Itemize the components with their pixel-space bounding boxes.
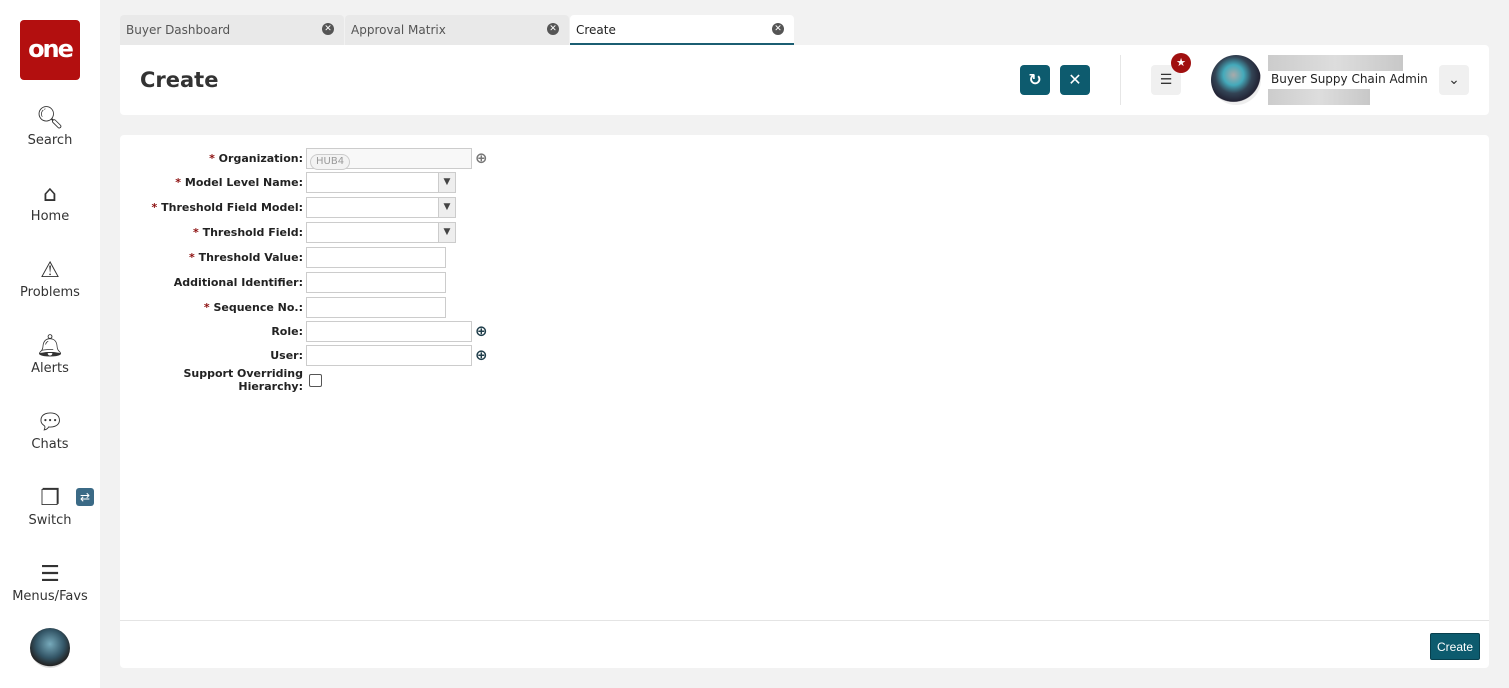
sidebar-item-label: Alerts	[31, 361, 69, 376]
sequence-no-input[interactable]	[306, 296, 446, 318]
field-label: Additional Identifier:	[173, 275, 303, 289]
organization-row: * Organization: HUB4 ⊕	[120, 147, 488, 170]
threshold-field-model-row: * Threshold Field Model: ▼	[120, 196, 456, 218]
close-icon[interactable]: ✕	[772, 23, 784, 35]
tab-create[interactable]: Create ✕	[570, 15, 794, 45]
user-row: User: ⊕	[120, 344, 488, 366]
sidebar-item-menus[interactable]: ☰ Menus/Favs	[0, 561, 100, 604]
required-mark: *	[175, 175, 182, 189]
organization-field[interactable]: HUB4	[306, 147, 472, 170]
chevron-down-icon: ⌄	[1448, 72, 1460, 88]
menu-icon: ☰	[1159, 72, 1173, 88]
avatar[interactable]	[30, 628, 70, 668]
threshold-field-row: * Threshold Field: ▼	[120, 221, 456, 243]
sidebar-item-search[interactable]: 🔍︎ Search	[0, 105, 100, 148]
refresh-button[interactable]: ↻	[1020, 65, 1050, 95]
model-level-name-select[interactable]: ▼	[306, 171, 456, 193]
sidebar-item-home[interactable]: ⌂ Home	[0, 181, 100, 224]
field-label: Threshold Field:	[202, 225, 303, 239]
sidebar-item-label: Problems	[20, 285, 80, 300]
support-overriding-row: Support Overriding Hierarchy:	[120, 367, 322, 393]
additional-identifier-row: Additional Identifier:	[120, 271, 446, 293]
user-dropdown-button[interactable]: ⌄	[1439, 65, 1469, 95]
tab-label: Create	[576, 23, 616, 37]
role-input[interactable]	[306, 320, 472, 342]
close-icon[interactable]: ✕	[547, 23, 559, 35]
field-label: Organization:	[218, 151, 303, 165]
additional-identifier-input[interactable]	[306, 271, 446, 293]
page-title: Create	[140, 68, 219, 92]
zoom-search-icon[interactable]: ⊕	[475, 322, 488, 340]
menu-icon: ☰	[40, 562, 60, 587]
required-mark: *	[188, 250, 195, 264]
tab-label: Buyer Dashboard	[126, 23, 231, 37]
close-icon[interactable]: ✕	[322, 23, 334, 35]
field-label: Threshold Field Model:	[161, 200, 303, 214]
required-mark: *	[192, 225, 199, 239]
chevron-down-icon: ▼	[438, 222, 455, 242]
divider	[1120, 55, 1121, 105]
sidebar-item-label: Menus/Favs	[12, 589, 88, 604]
sidebar-item-label: Switch	[28, 513, 72, 528]
favorite-star-icon[interactable]: ★	[1171, 53, 1191, 73]
switch-badge-icon[interactable]: ⇄	[76, 488, 94, 506]
close-button[interactable]: ✕	[1060, 65, 1090, 95]
organization-chip[interactable]: HUB4	[310, 153, 351, 170]
bell-icon: 🔔︎	[36, 334, 64, 359]
footer-divider	[120, 620, 1489, 621]
sidebar-item-chats[interactable]: 💬︎ Chats	[0, 409, 100, 452]
field-label: User:	[270, 348, 303, 362]
sidebar-item-label: Chats	[31, 437, 69, 452]
redacted-user-name	[1268, 55, 1403, 71]
field-label: Sequence No.:	[213, 300, 303, 314]
threshold-field-model-select[interactable]: ▼	[306, 196, 456, 218]
zoom-search-icon[interactable]: ⊕	[475, 346, 488, 364]
field-label: Support Overriding Hierarchy:	[183, 367, 303, 393]
sidebar-item-label: Search	[27, 133, 73, 148]
create-form-panel: * Organization: HUB4 ⊕ * Model Level Nam…	[120, 135, 1489, 668]
search-icon: 🔍︎	[36, 106, 64, 131]
model-level-row: * Model Level Name: ▼	[120, 171, 456, 193]
required-mark: *	[151, 200, 158, 214]
home-icon: ⌂	[43, 182, 57, 207]
sidebar-item-label: Home	[30, 209, 70, 224]
tab-buyer-dashboard[interactable]: Buyer Dashboard ✕	[120, 15, 344, 45]
role-row: Role: ⊕	[120, 320, 488, 342]
sidebar: one 🔍︎ Search ⌂ Home ⚠ Problems 🔔︎ Alerts 💬︎…	[0, 0, 100, 688]
threshold-value-row: * Threshold Value:	[120, 246, 446, 268]
user-role: Buyer Suppy Chain Admin	[1271, 72, 1428, 86]
redacted-user-org	[1268, 89, 1370, 105]
required-mark: *	[209, 151, 215, 165]
required-mark: *	[203, 300, 210, 314]
warning-icon: ⚠	[40, 258, 60, 283]
sidebar-item-alerts[interactable]: 🔔︎ Alerts	[0, 333, 100, 376]
tab-label: Approval Matrix	[351, 23, 446, 37]
app-logo[interactable]: one	[20, 20, 80, 80]
field-label: Model Level Name:	[184, 175, 303, 189]
chat-icon: 💬︎	[36, 410, 64, 435]
chevron-down-icon: ▼	[438, 197, 455, 217]
chevron-down-icon: ▼	[438, 172, 455, 192]
field-label: Threshold Value:	[198, 250, 303, 264]
sidebar-item-problems[interactable]: ⚠ Problems	[0, 257, 100, 300]
close-icon: ✕	[1068, 70, 1082, 89]
refresh-icon: ↻	[1028, 70, 1042, 89]
zoom-search-icon[interactable]: ⊕	[475, 149, 488, 167]
page-header: Create ↻ ✕ ☰ ★ Buyer Suppy Chain Admin ⌄	[120, 45, 1489, 115]
field-label: Role:	[271, 324, 303, 338]
support-overriding-hierarchy-checkbox[interactable]	[309, 373, 322, 387]
tab-approval-matrix[interactable]: Approval Matrix ✕	[345, 15, 569, 45]
user-avatar[interactable]	[1211, 55, 1261, 105]
threshold-field-select[interactable]: ▼	[306, 221, 456, 243]
create-button[interactable]: Create	[1430, 633, 1480, 660]
user-input[interactable]	[306, 344, 472, 366]
sequence-no-row: * Sequence No.:	[120, 296, 446, 318]
threshold-value-input[interactable]	[306, 246, 446, 268]
